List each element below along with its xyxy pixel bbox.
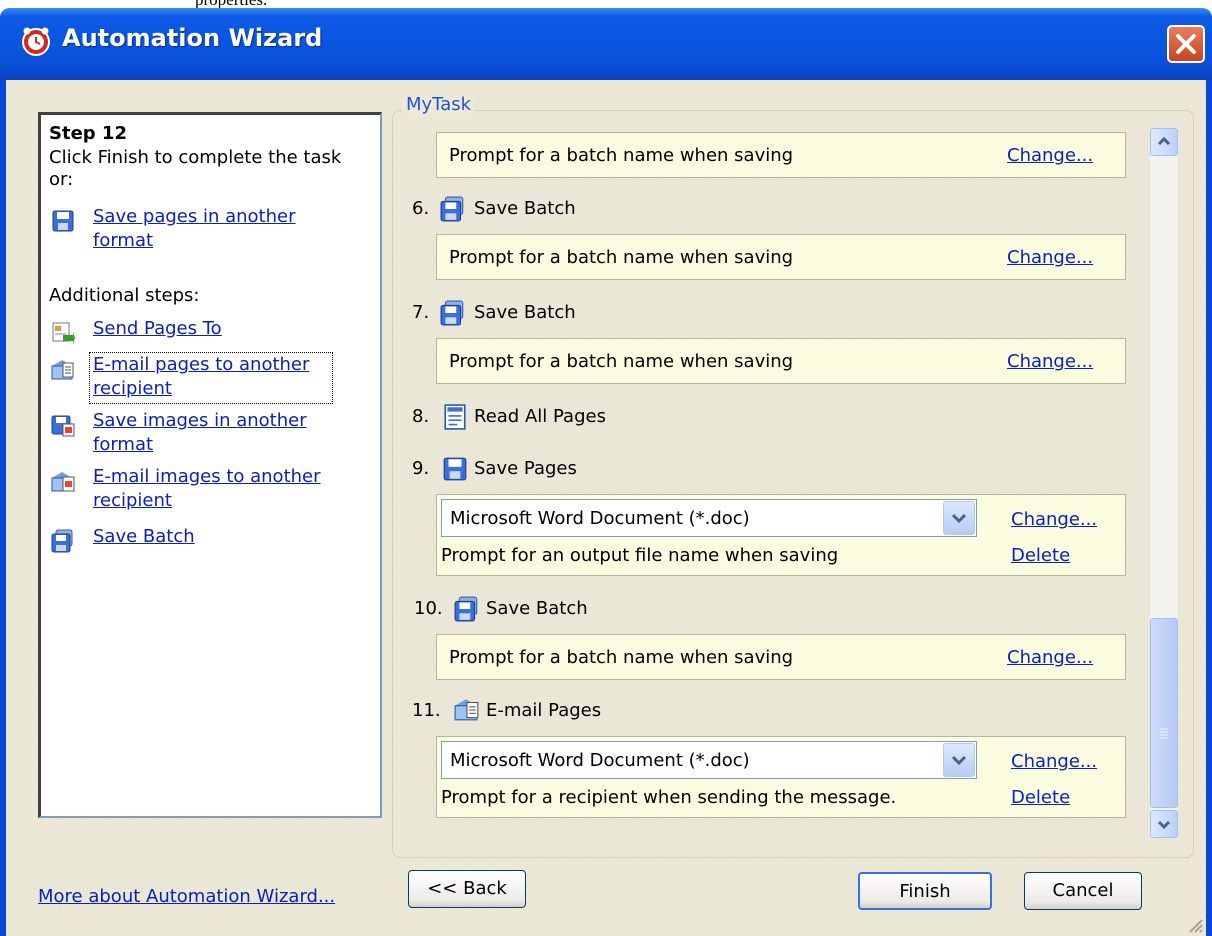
step-title: Step 12	[49, 123, 127, 144]
step-7-option-text: Prompt for a batch name when saving	[449, 351, 794, 372]
save-batch-link[interactable]: Save Batch	[93, 525, 195, 549]
step-9-change-link[interactable]: Change...	[1011, 509, 1097, 530]
step-9-format-dropdown[interactable]: Microsoft Word Document (*.doc)	[441, 499, 977, 537]
step-5-option-text: Prompt for a batch name when saving	[449, 145, 794, 166]
email-images-icon	[51, 472, 75, 492]
step-7-title: Save Batch	[474, 302, 576, 323]
email-images-link-line2: recipient	[93, 490, 172, 511]
save-pages-another-format-link[interactable]: Save pages in another format	[93, 205, 295, 253]
step-10-options-box: Prompt for a batch name when saving Chan…	[436, 634, 1126, 680]
email-pages-icon	[51, 360, 74, 380]
additional-steps-label: Additional steps:	[49, 285, 200, 306]
floppy-disk-icon	[443, 457, 467, 481]
save-pages-link-line2: format	[93, 230, 154, 251]
step-9-title: Save Pages	[474, 458, 577, 479]
save-pages-link-line1: Save pages in another	[93, 206, 296, 227]
step-7-change-link[interactable]: Change...	[1007, 351, 1093, 372]
clock-app-icon	[22, 27, 50, 56]
step-navigation-panel: Step 12 Click Finish to complete the tas…	[38, 112, 382, 818]
scroll-down-button[interactable]	[1150, 810, 1178, 838]
step-11-change-link[interactable]: Change...	[1011, 751, 1097, 772]
step-11-delete-link[interactable]: Delete	[1011, 787, 1070, 808]
step-6-option-text: Prompt for a batch name when saving	[449, 247, 794, 268]
step-11-format-value: Microsoft Word Document (*.doc)	[450, 750, 750, 771]
save-images-link-line1: Save images in another	[93, 410, 307, 431]
step-6-options-box: Prompt for a batch name when saving Chan…	[436, 234, 1126, 280]
resize-grip-icon[interactable]	[1184, 914, 1204, 934]
save-images-icon	[51, 415, 75, 437]
floppy-disk-icon	[52, 210, 74, 232]
close-icon	[1176, 34, 1196, 54]
step-10-number: 10.	[414, 598, 443, 619]
step-instruction-or: or:	[49, 169, 74, 190]
back-button[interactable]: << Back	[408, 870, 526, 908]
step-11-format-dropdown[interactable]: Microsoft Word Document (*.doc)	[441, 741, 977, 779]
step-5-options-box: Prompt for a batch name when saving Chan…	[436, 132, 1126, 178]
scroll-thumb[interactable]	[1150, 618, 1178, 808]
step-9-delete-link[interactable]: Delete	[1011, 545, 1070, 566]
cancel-button[interactable]: Cancel	[1024, 872, 1142, 910]
save-batch-icon	[440, 196, 464, 222]
send-to-icon	[52, 322, 75, 344]
save-batch-icon	[440, 300, 464, 326]
step-11-option-text: Prompt for a recipient when sending the …	[441, 787, 897, 808]
title-bar[interactable]: Automation Wizard	[0, 8, 1212, 80]
chevron-down-icon	[1157, 820, 1171, 830]
chevron-up-icon	[1157, 136, 1171, 146]
email-pages-another-recipient-link[interactable]: E-mail pages to another recipient	[93, 353, 309, 401]
step-9-options-box: Microsoft Word Document (*.doc) Change..…	[436, 494, 1126, 576]
email-pages-icon	[454, 699, 479, 721]
scroll-up-button[interactable]	[1150, 128, 1178, 156]
step-9-option-text: Prompt for an output file name when savi…	[441, 545, 839, 566]
task-list-scrollbar[interactable]	[1150, 128, 1178, 838]
grip-lines-icon	[1160, 728, 1168, 739]
step-11-options-box: Microsoft Word Document (*.doc) Change..…	[436, 736, 1126, 818]
step-11-number: 11.	[412, 700, 441, 721]
email-images-another-recipient-link[interactable]: E-mail images to another recipient	[93, 465, 321, 513]
step-instruction: Click Finish to complete the task	[49, 147, 342, 168]
step-10-title: Save Batch	[486, 598, 588, 619]
email-images-link-line1: E-mail images to another	[93, 466, 321, 487]
email-pages-link-line2: recipient	[93, 378, 172, 399]
save-images-link-line2: format	[93, 434, 154, 455]
step-7-options-box: Prompt for a batch name when saving Chan…	[436, 338, 1126, 384]
send-pages-to-link[interactable]: Send Pages To	[93, 317, 222, 341]
window-title: Automation Wizard	[62, 24, 323, 52]
step-10-option-text: Prompt for a batch name when saving	[449, 647, 794, 668]
chevron-down-icon	[951, 513, 967, 524]
save-images-another-format-link[interactable]: Save images in another format	[93, 409, 307, 457]
finish-button[interactable]: Finish	[858, 872, 992, 910]
step-8-number: 8.	[412, 406, 430, 427]
save-batch-icon	[454, 596, 478, 622]
dialog-client-area: Step 12 Click Finish to complete the tas…	[6, 80, 1206, 936]
step-8-title: Read All Pages	[474, 406, 606, 427]
step-9-format-value: Microsoft Word Document (*.doc)	[450, 508, 750, 529]
step-9-dropdown-button[interactable]	[943, 501, 975, 535]
close-button[interactable]	[1167, 25, 1205, 63]
step-7-number: 7.	[412, 302, 430, 323]
chevron-down-icon	[951, 755, 967, 766]
step-10-change-link[interactable]: Change...	[1007, 647, 1093, 668]
step-6-number: 6.	[412, 198, 430, 219]
step-6-change-link[interactable]: Change...	[1007, 247, 1093, 268]
task-group-label: MyTask	[402, 94, 476, 115]
read-pages-icon	[444, 404, 466, 430]
step-11-title: E-mail Pages	[486, 700, 602, 721]
automation-wizard-window: Automation Wizard Step 12 Click Finish t…	[0, 8, 1212, 936]
save-batch-icon	[51, 529, 73, 553]
step-9-number: 9.	[412, 458, 430, 479]
step-5-change-link[interactable]: Change...	[1007, 145, 1093, 166]
email-pages-link-line1: E-mail pages to another	[93, 354, 310, 375]
step-6-title: Save Batch	[474, 198, 576, 219]
more-about-automation-wizard-link[interactable]: More about Automation Wizard...	[38, 886, 335, 907]
step-11-dropdown-button[interactable]	[943, 743, 975, 777]
